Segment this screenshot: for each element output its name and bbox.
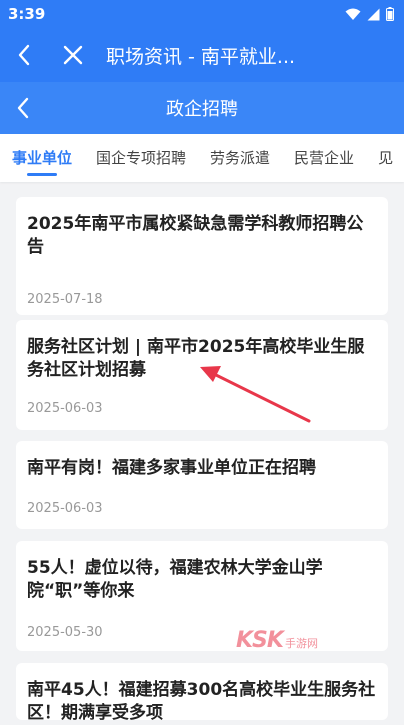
article-title: 南平45人！福建招募300名高校毕业生服务社区！期满享受多项	[27, 680, 376, 723]
article-card[interactable]: 2025年南平市属校紧缺急需学科教师招聘公告 2025-07-18	[16, 197, 388, 315]
category-tabs: 事业单位 国企专项招聘 劳务派遣 民营企业 见	[0, 134, 404, 182]
tab-labor-dispatch[interactable]: 劳务派遣	[198, 134, 282, 182]
page-title: 政企招聘	[166, 99, 238, 120]
page-back-button[interactable]	[6, 82, 40, 134]
article-title: 2025年南平市属校紧缺急需学科教师招聘公告	[27, 214, 364, 257]
article-date: 2025-06-03	[27, 401, 103, 416]
article-date: 2025-05-30	[27, 625, 103, 640]
article-card[interactable]: 服务社区计划 | 南平市2025年高校毕业生服务社区计划招募 2025-06-0…	[16, 320, 388, 430]
article-card[interactable]: 南平有岗！福建多家事业单位正在招聘 2025-06-03	[16, 441, 388, 529]
tab-soe-recruitment[interactable]: 国企专项招聘	[84, 134, 198, 182]
article-title: 55人！虚位以待，福建农林大学金山学院“职”等你来	[27, 558, 323, 601]
browser-title: 职场资讯 - 南平就业...	[106, 45, 296, 68]
tab-public-institutions[interactable]: 事业单位	[0, 134, 84, 182]
article-card[interactable]: 南平45人！福建招募300名高校毕业生服务社区！期满享受多项	[16, 663, 388, 723]
browser-bar: 职场资讯 - 南平就业...	[0, 28, 404, 82]
close-icon	[63, 45, 83, 65]
article-title: 服务社区计划 | 南平市2025年高校毕业生服务社区计划招募	[27, 337, 365, 380]
wifi-icon	[345, 8, 361, 20]
status-bar: 3:39	[0, 0, 404, 28]
battery-icon	[386, 7, 394, 21]
browser-close-button[interactable]	[48, 28, 98, 82]
chevron-left-icon	[17, 97, 29, 119]
browser-back-button[interactable]	[0, 28, 48, 82]
article-date: 2025-07-18	[27, 292, 103, 307]
watermark-brand: KSK	[236, 628, 284, 653]
chevron-left-icon	[18, 44, 30, 66]
status-icons	[345, 7, 394, 21]
watermark-tagline: 手游网	[284, 637, 318, 650]
watermark-logo: KSK 手游网	[236, 628, 318, 653]
cellular-signal-icon	[367, 8, 380, 20]
article-date: 2025-06-03	[27, 501, 103, 516]
page-header: 政企招聘	[0, 82, 404, 134]
status-time: 3:39	[8, 5, 46, 23]
article-title: 南平有岗！福建多家事业单位正在招聘	[27, 458, 316, 478]
tab-private-enterprises[interactable]: 民营企业	[282, 134, 366, 182]
article-card[interactable]: 55人！虚位以待，福建农林大学金山学院“职”等你来 2025-05-30	[16, 541, 388, 651]
tab-more[interactable]: 见	[366, 134, 404, 182]
